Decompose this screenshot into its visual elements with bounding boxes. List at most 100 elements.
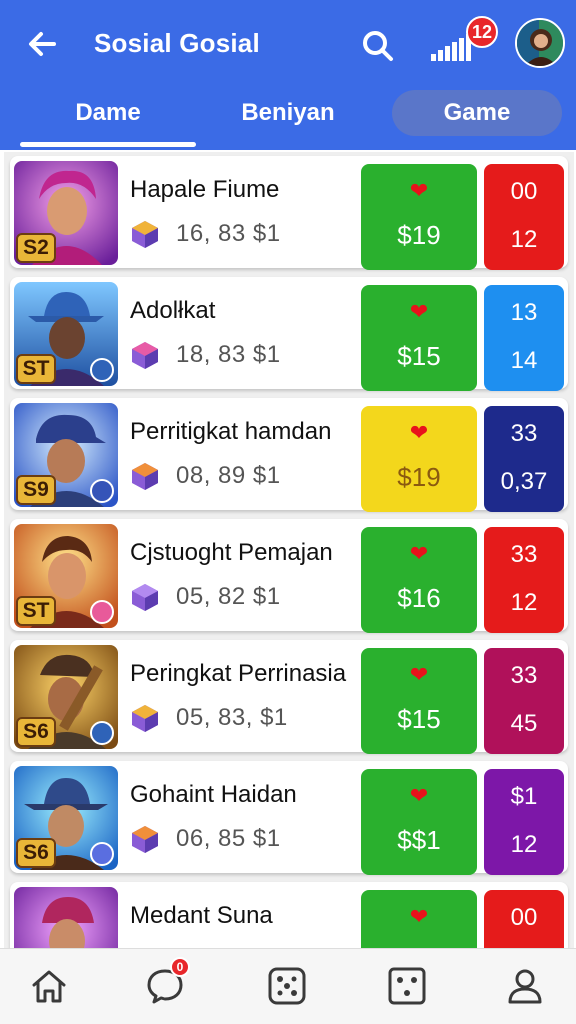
price-label: $$1 <box>397 825 441 855</box>
search-icon <box>363 31 393 61</box>
score-box: 00 <box>484 890 564 948</box>
player-stats: 16, 83 $1 <box>176 220 281 247</box>
price-button[interactable]: ❤ $19 <box>361 164 477 270</box>
cube-icon <box>132 463 158 490</box>
heart-icon: ❤ <box>409 904 429 929</box>
avatar[interactable] <box>515 18 565 68</box>
tab-dame[interactable]: Dame <box>20 90 196 136</box>
heart-icon: ❤ <box>409 299 429 324</box>
tab-beniyan[interactable]: Beniyan <box>200 90 376 136</box>
heart-icon: ❤ <box>409 662 429 687</box>
bottom-nav: 0 <box>0 948 576 1024</box>
price-button[interactable]: ❤ $$1 <box>361 769 477 875</box>
level-badge: S2 <box>16 233 56 263</box>
player-name: Hapale Fiume <box>130 176 280 203</box>
score-bottom: 45 <box>510 710 538 737</box>
player-thumbnail: ST <box>14 524 118 628</box>
player-stats: 05, 82 $1 <box>176 583 281 610</box>
level-badge: S9 <box>16 475 56 505</box>
score-top: 33 <box>510 662 538 689</box>
class-badge-icon <box>90 479 114 503</box>
player-stats: 18, 83 $1 <box>176 341 281 368</box>
leaderboard-list[interactable]: S2 Hapale Fiume 16, 83 $1 ❤ $19 00 12 ST… <box>4 152 574 948</box>
list-item[interactable]: Medant Suna ❤ 00 <box>10 882 568 948</box>
dice-square-icon <box>388 967 426 1005</box>
list-item[interactable]: ST Adolłkat 18, 83 $1 ❤ $15 13 14 <box>10 277 568 391</box>
player-name: Medant Suna <box>130 902 273 929</box>
price-label: $15 <box>397 341 441 371</box>
price-label: $15 <box>397 704 441 734</box>
price-label: $16 <box>397 583 441 613</box>
top-row: Sosial Gosial 12 <box>0 0 576 88</box>
player-stats: 06, 85 $1 <box>176 825 281 852</box>
score-bottom: 14 <box>510 347 538 374</box>
nav-dice[interactable] <box>262 961 312 1011</box>
player-stats: 08, 89 $1 <box>176 462 281 489</box>
chat-badge: 0 <box>170 957 190 977</box>
level-badge: ST <box>16 354 56 384</box>
player-thumbnail <box>14 887 118 948</box>
notification-badge[interactable]: 12 <box>466 16 498 48</box>
score-top: $1 <box>510 783 538 810</box>
price-label: $19 <box>397 220 441 250</box>
score-top: 33 <box>510 541 538 568</box>
player-thumbnail: ST <box>14 282 118 386</box>
score-box: 33 0,37 <box>484 406 564 512</box>
level-badge: S6 <box>16 717 56 747</box>
app-bar: Sosial Gosial 12 Dame Beniyan Game <box>0 0 576 150</box>
home-icon <box>32 970 66 1003</box>
player-name: Perritigkat hamdan <box>130 418 332 445</box>
back-button[interactable] <box>20 22 64 66</box>
player-thumbnail: S2 <box>14 161 118 265</box>
score-top: 00 <box>510 178 538 205</box>
price-button[interactable]: ❤ $16 <box>361 527 477 633</box>
nav-home[interactable] <box>24 961 74 1011</box>
active-tab-indicator <box>20 142 196 147</box>
score-top: 13 <box>510 299 538 326</box>
score-bottom: 12 <box>510 831 538 858</box>
player-stats: 05, 83, $1 <box>176 704 288 731</box>
nav-profile[interactable] <box>500 961 550 1011</box>
score-box: 33 45 <box>484 648 564 754</box>
list-item[interactable]: S2 Hapale Fiume 16, 83 $1 ❤ $19 00 12 <box>10 156 568 270</box>
cube-icon <box>132 342 158 369</box>
price-button[interactable]: ❤ $15 <box>361 648 477 754</box>
class-badge-icon <box>90 842 114 866</box>
heart-icon: ❤ <box>409 541 429 566</box>
tab-game[interactable]: Game <box>392 90 562 136</box>
score-top: 00 <box>510 904 538 931</box>
list-item[interactable]: S6 Peringkat Perrinasia 05, 83, $1 ❤ $15… <box>10 640 568 754</box>
nav-dice-square[interactable] <box>382 961 432 1011</box>
score-bottom: 0,37 <box>500 468 548 495</box>
dice-icon <box>268 967 306 1005</box>
score-bottom: 12 <box>510 589 538 616</box>
level-badge: ST <box>16 596 56 626</box>
list-item[interactable]: S9 Perritigkat hamdan 08, 89 $1 ❤ $19 33… <box>10 398 568 512</box>
heart-icon: ❤ <box>409 178 429 203</box>
player-thumbnail: S6 <box>14 645 118 749</box>
price-button[interactable]: ❤ $19 <box>361 406 477 512</box>
level-badge: S6 <box>16 838 56 868</box>
player-name: Peringkat Perrinasia <box>130 660 347 687</box>
heart-icon: ❤ <box>409 783 429 808</box>
class-badge-icon <box>90 721 114 745</box>
profile-icon <box>508 969 542 1004</box>
price-label: $19 <box>397 462 441 492</box>
cube-icon <box>132 221 158 248</box>
list-item[interactable]: S6 Gohaint Haidan 06, 85 $1 ❤ $$1 $1 12 <box>10 761 568 875</box>
cube-icon <box>132 705 158 732</box>
player-name: Cjstuoght Pemajan <box>130 539 333 566</box>
player-thumbnail: S6 <box>14 766 118 870</box>
price-button[interactable]: ❤ <box>361 890 477 948</box>
player-thumbnail: S9 <box>14 403 118 507</box>
cube-icon <box>132 826 158 853</box>
class-badge-icon <box>90 358 114 382</box>
list-item[interactable]: ST Cjstuoght Pemajan 05, 82 $1 ❤ $16 33 … <box>10 519 568 633</box>
cube-icon <box>132 584 158 611</box>
score-box: $1 12 <box>484 769 564 875</box>
score-top: 33 <box>510 420 538 447</box>
price-button[interactable]: ❤ $15 <box>361 285 477 391</box>
search-button[interactable] <box>356 24 400 68</box>
class-badge-icon <box>90 600 114 624</box>
app-title: Sosial Gosial <box>94 28 260 58</box>
